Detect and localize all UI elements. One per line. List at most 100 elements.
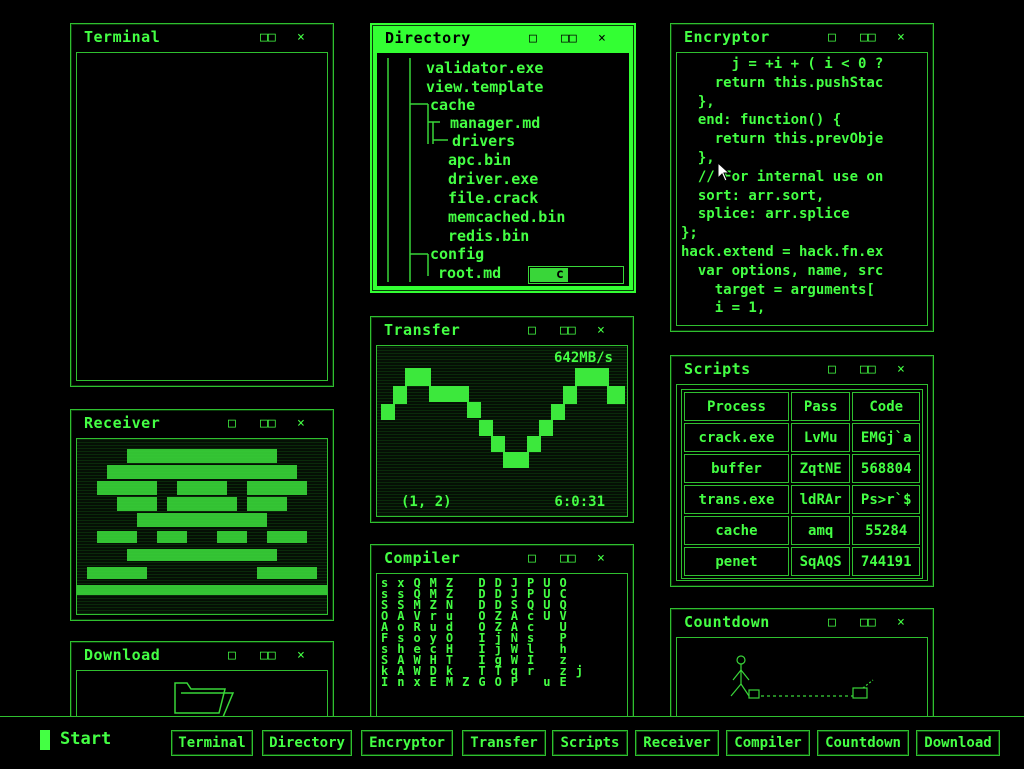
code-line: // For internal use on [681,168,884,185]
tree-folder[interactable]: config [430,245,484,263]
compiler-matrix: sxQMZ DDJPUO ssQMZ DDJPUC SSMZN DDSQUQ OAVr… [376,573,628,726]
encryptor-titlebar[interactable]: Encryptor □ □□ × [671,24,933,50]
taskbar-compiler-button[interactable]: Compiler [726,730,810,756]
transfer-window[interactable]: Transfer □ □□ × 642MB/s (1, 2) 6:0:31 [370,316,634,523]
encryptor-window[interactable]: Encryptor □ □□ × j = +i + ( i < 0 ? retu… [670,23,934,332]
table-row[interactable]: trans.exe ldRAr Ps>r`$ [684,485,920,514]
code-line: end: function() { [681,112,842,129]
countdown-titlebar[interactable]: Countdown □ □□ × [671,609,933,635]
copy-progress-bar: c [528,266,624,284]
minimize-icon[interactable]: □ [828,616,836,629]
compiler-titlebar[interactable]: Compiler □ □□ × [371,545,633,571]
code-cell: 568804 [852,454,920,483]
start-button[interactable]: Start [40,729,120,755]
table-row[interactable]: crack.exe LvMu EMGj`a [684,423,920,452]
taskbar-transfer-button[interactable]: Transfer [462,730,546,756]
scripts-window[interactable]: Scripts □ □□ × Process Pass Code crack.e… [670,355,934,587]
window-title: Terminal [84,28,161,46]
close-icon[interactable]: × [897,31,905,44]
taskbar-encryptor-button[interactable]: Encryptor [361,730,453,756]
close-icon[interactable]: × [597,324,605,337]
code-line: j = +i + ( i < 0 ? [681,56,884,72]
taskbar-directory-button[interactable]: Directory [262,730,352,756]
minimize-icon[interactable]: □ [528,552,536,565]
minimize-icon[interactable]: □ [529,32,537,45]
window-title: Encryptor [684,28,770,46]
code-cell: 55284 [852,516,920,545]
directory-titlebar[interactable]: Directory □ □□ × [372,25,634,51]
terminal-body[interactable] [76,52,328,381]
taskbar-download-button[interactable]: Download [916,730,1000,756]
window-title: Directory [385,29,471,47]
maximize-icon[interactable]: □□ [860,616,876,629]
code-line: target = arguments[ [681,281,875,298]
tree-item[interactable]: memcached.bin [448,208,565,226]
code-line: }; [681,225,698,242]
taskbar-scripts-button[interactable]: Scripts [552,730,628,756]
taskbar-receiver-button[interactable]: Receiver [635,730,719,756]
table-row[interactable]: penet SqAQS 744191 [684,547,920,576]
maximize-icon[interactable]: □□ [560,552,576,565]
window-title: Scripts [684,360,751,378]
tree-item[interactable]: validator.exe [426,59,543,77]
pass-cell: ZqtNE [790,454,851,483]
minimize-icon[interactable]: □ [528,324,536,337]
close-icon[interactable]: × [897,363,905,376]
transfer-titlebar[interactable]: Transfer □ □□ × [371,317,633,343]
tree-item[interactable]: root.md [438,264,501,282]
close-icon[interactable]: × [598,32,606,45]
progress-fill: c [530,268,568,282]
tree-item[interactable]: manager.md [450,114,540,132]
process-cell: penet [684,547,789,576]
tree-item[interactable]: driver.exe [448,170,538,188]
tree-item[interactable]: file.crack [448,189,538,207]
tree-folder[interactable]: cache [430,96,475,114]
close-icon[interactable]: × [297,417,305,430]
download-titlebar[interactable]: Download □ □□ × [71,642,333,668]
maximize-icon[interactable]: □□ [560,324,576,337]
taskbar-countdown-button[interactable]: Countdown [817,730,909,756]
minimize-icon[interactable]: □ [228,417,236,430]
directory-tree: validator.exe view.template cache manage… [377,53,629,286]
code-line: return this.prevObje [681,131,884,148]
maximize-icon[interactable]: □□ [260,649,276,662]
maximize-icon[interactable]: □□ [260,31,276,44]
maximize-icon[interactable]: □□ [860,31,876,44]
code-line: splice: arr.splice [681,206,850,223]
scripts-titlebar[interactable]: Scripts □ □□ × [671,356,933,382]
receiver-feed [76,438,328,615]
terminal-window[interactable]: Terminal □□ × [70,23,334,387]
close-icon[interactable]: × [897,616,905,629]
maximize-icon[interactable]: □□ [561,32,577,45]
receiver-window[interactable]: Receiver □ □□ × [70,409,334,621]
minimize-icon[interactable]: □ [228,649,236,662]
tree-folder[interactable]: drivers [452,132,515,150]
tree-item[interactable]: view.template [426,78,543,96]
code-line: i = 1, [681,300,766,317]
matrix-row: InxEMZGOP uE [381,675,576,689]
pass-cell: LvMu [790,423,851,452]
minimize-icon[interactable]: □ [828,363,836,376]
close-icon[interactable]: × [297,31,305,44]
maximize-icon[interactable]: □□ [260,417,276,430]
table-row[interactable]: buffer ZqtNE 568804 [684,454,920,483]
terminal-titlebar[interactable]: Terminal □□ × [71,24,333,50]
receiver-titlebar[interactable]: Receiver □ □□ × [71,410,333,436]
pass-cell: ldRAr [790,485,851,514]
code-line: sort: arr.sort, [681,187,825,204]
minimize-icon[interactable]: □ [828,31,836,44]
window-title: Transfer [384,321,461,339]
close-icon[interactable]: × [297,649,305,662]
table-row[interactable]: cache amq 55284 [684,516,920,545]
window-title: Countdown [684,613,770,631]
taskbar-terminal-button[interactable]: Terminal [171,730,253,756]
countdown-window[interactable]: Countdown □ □□ × [670,608,934,732]
maximize-icon[interactable]: □□ [860,363,876,376]
window-title: Receiver [84,414,161,432]
close-icon[interactable]: × [597,552,605,565]
compiler-window[interactable]: Compiler □ □□ × sxQMZ DDJPUO ssQMZ DDJPUC… [370,544,634,732]
tree-item[interactable]: apc.bin [448,151,511,169]
scripts-table-wrap: Process Pass Code crack.exe LvMu EMGj`a … [676,384,928,581]
tree-item[interactable]: redis.bin [448,227,529,245]
directory-window[interactable]: Directory □ □□ × validator.exe view.temp… [370,23,636,293]
